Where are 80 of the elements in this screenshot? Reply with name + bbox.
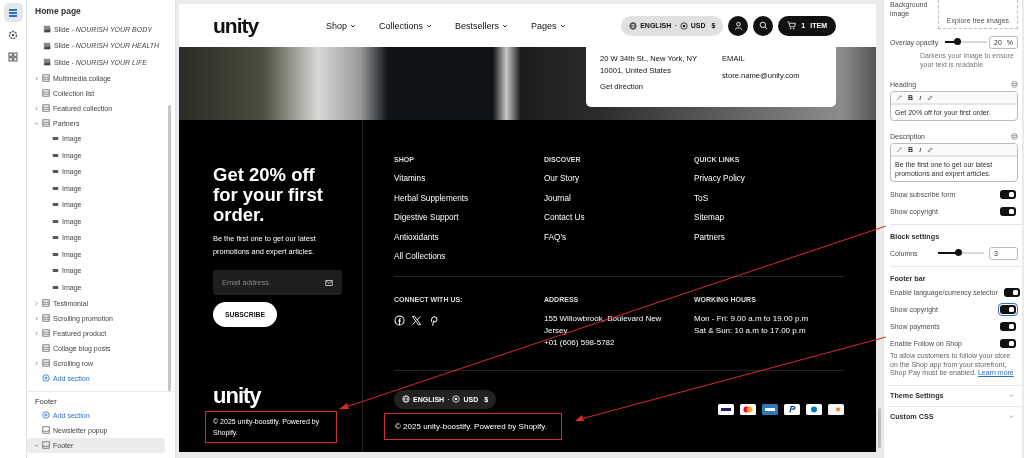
- address-text: 155 Willowbrook, Boulevard New Jersey: [544, 312, 663, 337]
- footer-link[interactable]: Herbal Supplements: [394, 193, 544, 203]
- image-icon: [43, 41, 51, 50]
- promo-heading: Get 20% off for your first order.: [213, 165, 324, 225]
- store-logo[interactable]: unity: [213, 384, 342, 408]
- search-button[interactable]: [753, 15, 774, 36]
- account-button[interactable]: [728, 15, 749, 36]
- toggle-switch[interactable]: [1000, 207, 1016, 216]
- payment-card-icon: [718, 403, 734, 415]
- facebook-icon[interactable]: [394, 314, 405, 326]
- payment-card-icon: [784, 403, 800, 415]
- toggle-switch[interactable]: [1000, 322, 1016, 331]
- footer-link[interactable]: Antioxidants: [394, 232, 544, 242]
- plus-circle-icon: [42, 411, 50, 419]
- nav-menu-item[interactable]: Collections: [379, 20, 433, 31]
- section-icon: [42, 119, 50, 127]
- footer-link[interactable]: ToS: [694, 193, 844, 203]
- section-icon: [42, 104, 50, 112]
- x-icon[interactable]: [411, 314, 422, 326]
- sections-icon[interactable]: [3, 3, 23, 22]
- database-icon[interactable]: [1011, 132, 1018, 140]
- footer-link[interactable]: Our Story: [544, 174, 694, 184]
- toggle-switch[interactable]: [1000, 339, 1016, 348]
- section-icon: [42, 359, 50, 367]
- payment-card-icon: [828, 403, 844, 415]
- store-logo[interactable]: unity: [213, 13, 326, 38]
- globe-icon: [629, 21, 638, 30]
- payment-card-icon: [740, 403, 756, 415]
- scrollbar[interactable]: [878, 408, 881, 448]
- magic-icon[interactable]: [896, 94, 902, 101]
- chevron-down-icon: [426, 22, 433, 29]
- magic-icon[interactable]: [896, 146, 902, 153]
- cart-icon: [787, 21, 797, 30]
- nav-menu-item[interactable]: Bestsellers: [455, 20, 509, 31]
- address-text: +01 (606) 598-5782: [544, 336, 616, 349]
- sidebar-title: Home page: [34, 5, 82, 18]
- image-icon: [43, 58, 51, 67]
- footer-link[interactable]: Digestive Support: [394, 213, 544, 223]
- section-icon: [42, 74, 50, 82]
- footer-link[interactable]: Sitemap: [694, 213, 844, 223]
- chevron-down-icon: [502, 22, 509, 29]
- plus-circle-icon: [42, 374, 50, 382]
- hours-text: Sat & Sun: 10 a.m to 17.00 p.m: [694, 324, 807, 337]
- link-icon[interactable]: [927, 146, 934, 153]
- nav-menu-item[interactable]: Pages: [531, 20, 566, 31]
- section-icon: [42, 344, 50, 352]
- footer-link[interactable]: Contact Us: [544, 213, 694, 223]
- pinterest-icon[interactable]: [428, 314, 439, 326]
- copyright-text: © 2025 unity-boostify. Powered by Shopify.: [395, 421, 548, 431]
- coin-icon: [679, 21, 688, 30]
- toggle-switch[interactable]: [1000, 190, 1016, 199]
- link-icon[interactable]: [927, 94, 934, 101]
- section-icon: [42, 314, 50, 322]
- toggle-switch[interactable]: [1003, 288, 1020, 297]
- footer-link[interactable]: All Collections: [394, 252, 544, 262]
- section-icon: [42, 426, 50, 434]
- hours-text: Mon - Fri: 9.00 a.m to 19.00 p.m: [694, 312, 810, 325]
- footer-link[interactable]: FAQ’s: [544, 232, 694, 242]
- section-icon: [42, 329, 50, 337]
- nav-menu-item[interactable]: Shop: [326, 20, 357, 31]
- database-icon[interactable]: [1011, 80, 1018, 88]
- chevron-down-icon: [350, 22, 357, 29]
- footer-link[interactable]: Partners: [694, 232, 844, 242]
- user-icon: [733, 21, 743, 30]
- chevron-down-icon: [559, 22, 566, 29]
- section-icon: [42, 89, 50, 97]
- footer-link[interactable]: Privacy Policy: [694, 174, 844, 184]
- toggle-switch[interactable]: [1000, 305, 1016, 314]
- payment-card-icon: [762, 403, 778, 415]
- image-icon: [43, 25, 51, 34]
- search-icon: [758, 21, 768, 30]
- coin-icon: [452, 395, 461, 403]
- payment-card-icon: [806, 403, 822, 415]
- section-icon: [42, 299, 50, 307]
- footer-link[interactable]: Vitamins: [394, 174, 544, 184]
- globe-icon: [402, 395, 410, 403]
- section-icon: [42, 441, 50, 449]
- footer-link[interactable]: Journal: [544, 193, 694, 203]
- mail-icon: [325, 278, 333, 287]
- scrollbar[interactable]: [168, 105, 171, 391]
